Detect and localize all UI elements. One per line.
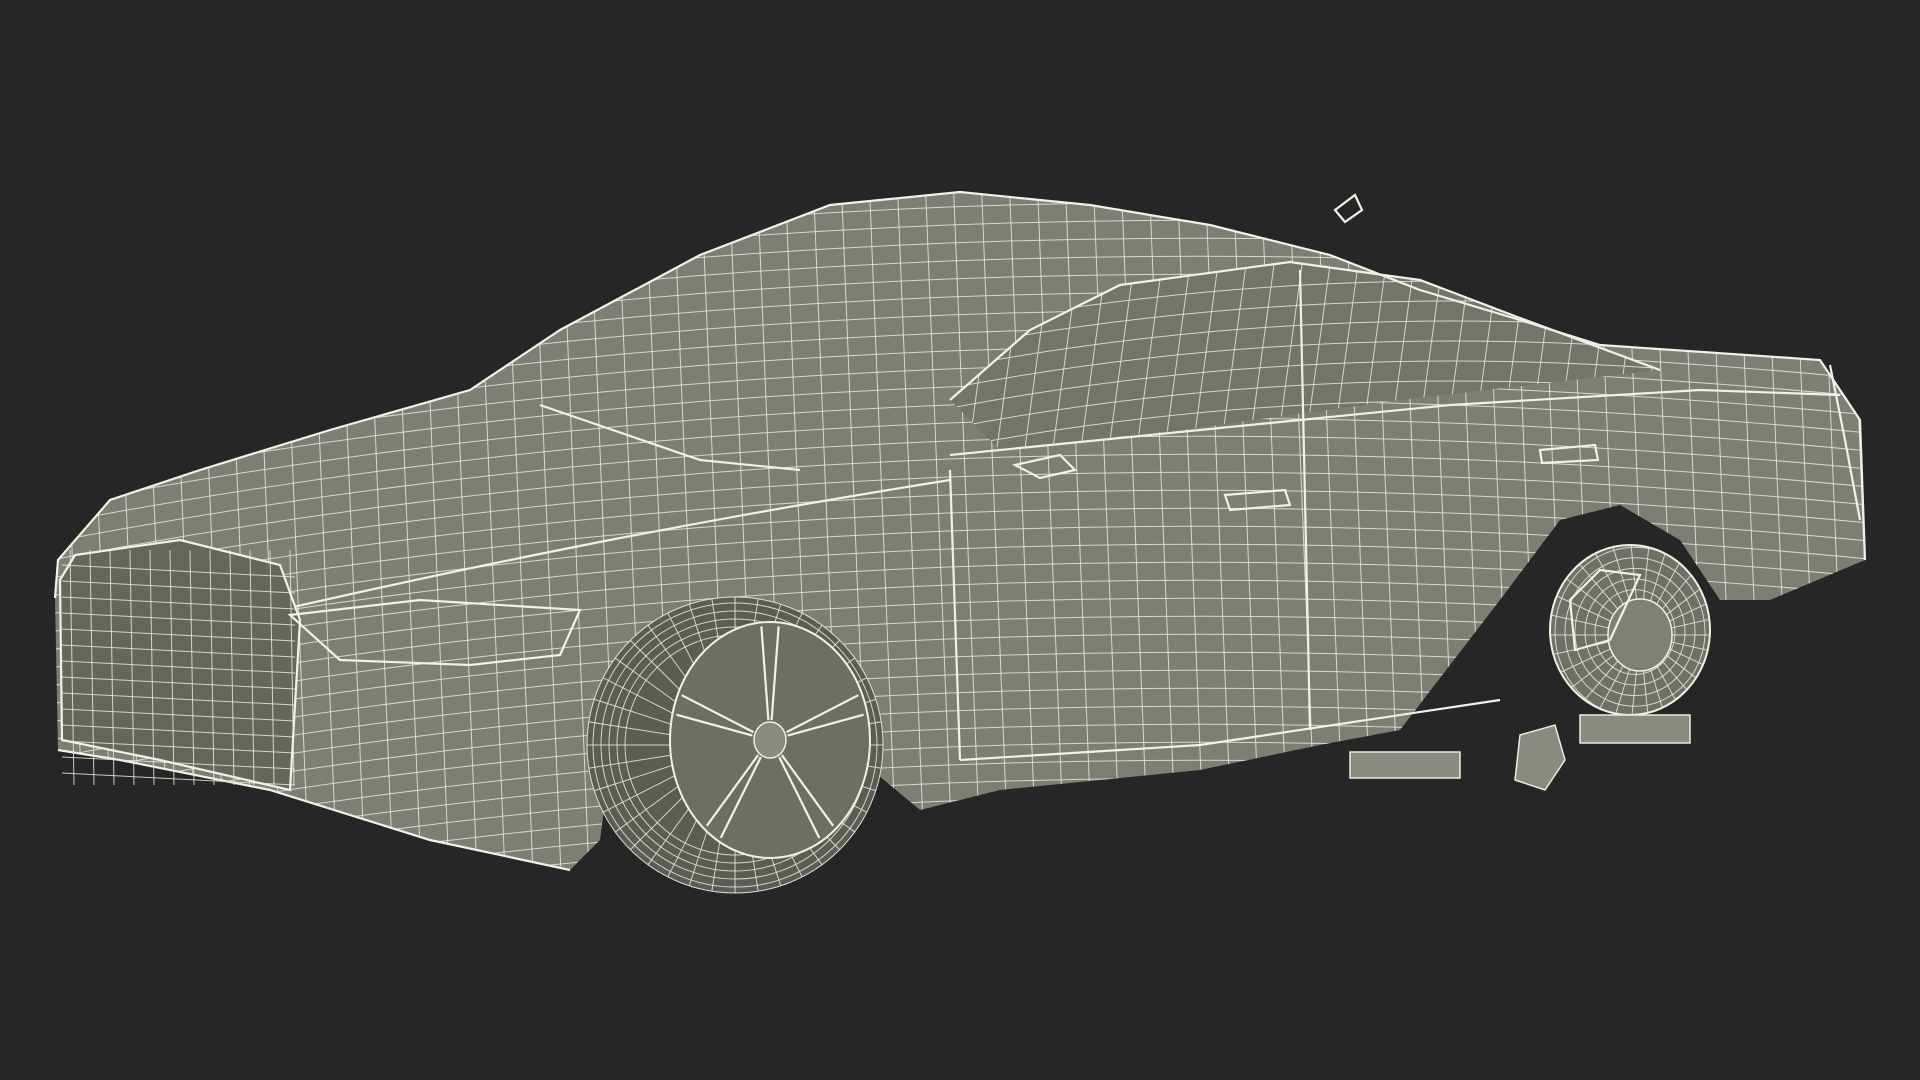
wireframe-car-scene bbox=[53, 190, 1867, 894]
roof-antenna bbox=[1333, 193, 1364, 224]
3d-viewport bbox=[0, 0, 1920, 1080]
